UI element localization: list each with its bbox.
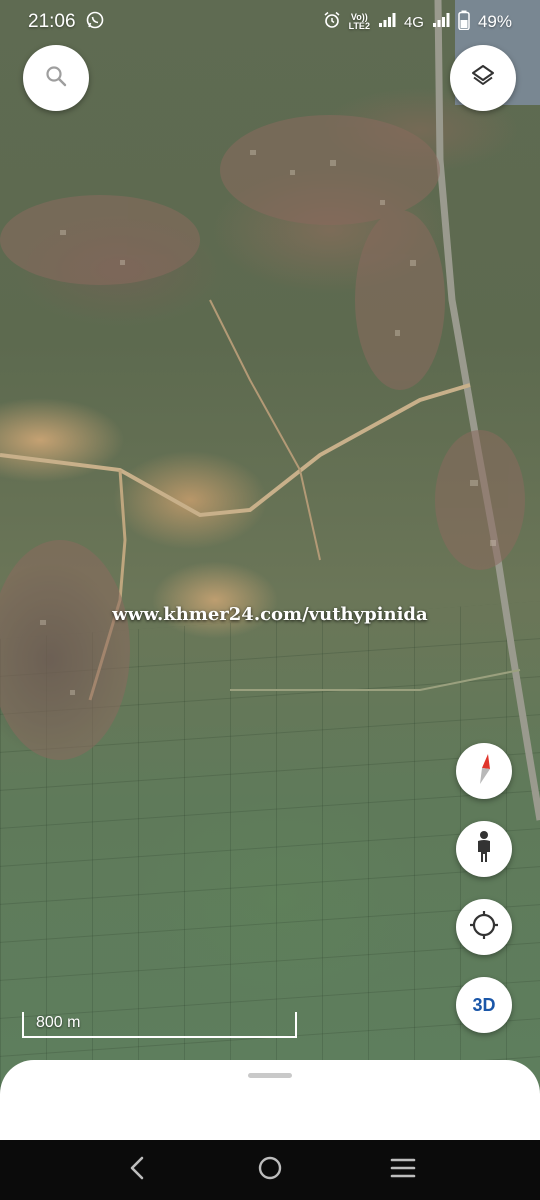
recents-button[interactable] [383,1150,423,1190]
back-button[interactable] [117,1150,157,1190]
signal-icon [378,12,396,33]
home-button[interactable] [250,1150,290,1190]
alarm-icon [323,11,341,34]
satellite-map[interactable]: www.khmer24.com/vuthypinida 800 m [0,0,540,1145]
whatsapp-icon [86,11,104,34]
layers-icon [470,63,496,94]
street-view-button[interactable] [456,821,512,877]
battery-icon [458,10,470,35]
scale-bar: 800 m [22,1012,297,1038]
status-time: 21:06 [28,11,76,32]
my-location-button[interactable] [456,899,512,955]
main-road [434,0,540,821]
search-icon [44,64,68,93]
bottom-sheet[interactable] [0,1060,540,1145]
dirt-road [0,383,471,518]
pegman-icon [473,830,495,869]
dirt-road [209,299,321,561]
search-button[interactable] [23,45,89,111]
status-bar: 21:06 Vo)) LTE2 4G 49% [0,0,540,44]
back-icon [128,1156,146,1185]
scale-label: 800 m [36,1014,81,1031]
compass-button[interactable] [456,743,512,799]
sheet-drag-handle[interactable] [248,1073,292,1078]
volte-tag: Vo)) LTE2 [349,13,370,31]
map-features [0,0,540,821]
system-navigation-bar [0,1140,540,1200]
volte-tag-bottom: LTE2 [348,21,370,31]
recents-icon [390,1157,416,1184]
layers-button[interactable] [450,45,516,111]
signal-icon [432,12,450,33]
network-type: 4G [403,13,424,31]
compass-icon [470,752,498,791]
battery-percent: 49% [477,12,512,31]
dirt-road [230,669,521,691]
crosshair-icon [468,909,500,946]
watermark-text: www.khmer24.com/vuthypinida [112,604,428,625]
3d-button[interactable]: 3D [456,977,512,1033]
home-icon [257,1155,283,1186]
